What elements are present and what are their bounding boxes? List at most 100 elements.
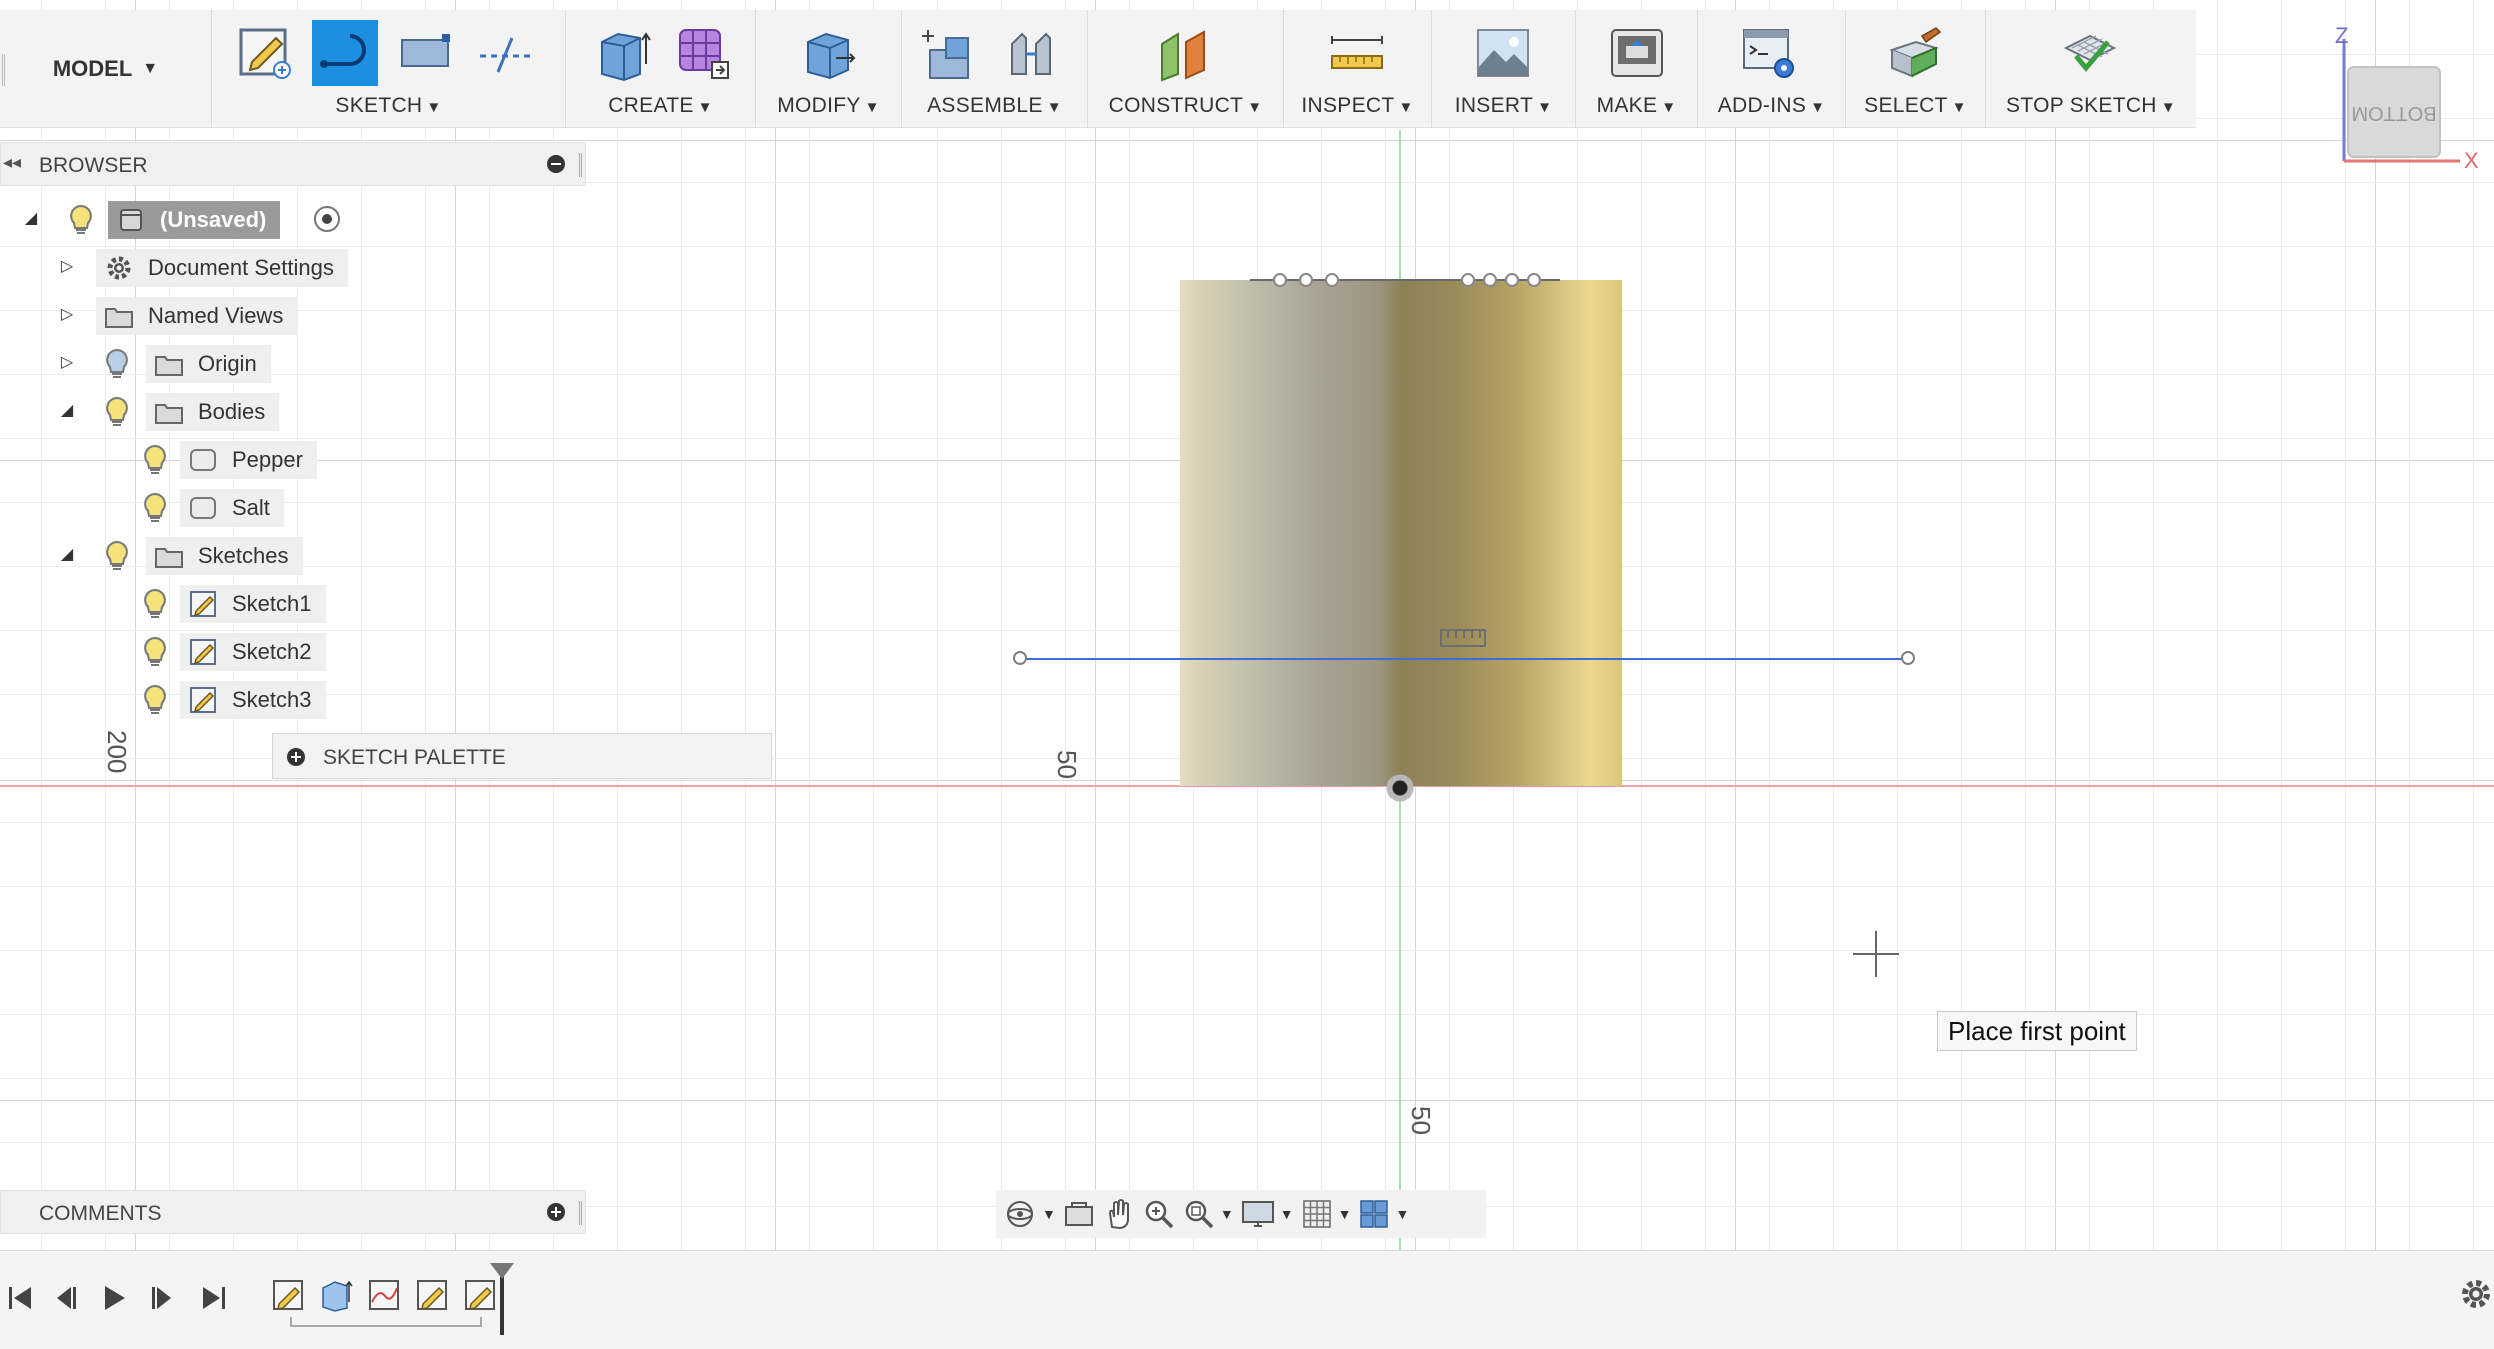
lightbulb-icon[interactable] [102, 346, 132, 385]
lightbulb-icon[interactable] [102, 394, 132, 433]
expand-plus-icon[interactable] [287, 748, 305, 766]
timeline-marker[interactable] [490, 1263, 514, 1335]
lightbulb-icon[interactable] [140, 442, 170, 481]
activate-radio-icon[interactable] [312, 204, 342, 239]
tree-pill[interactable]: Salt [180, 489, 284, 527]
zoom-button[interactable] [1142, 1194, 1176, 1234]
expanded-triangle-icon[interactable]: ◢ [56, 534, 78, 574]
fit-button[interactable]: ▼ [1182, 1194, 1234, 1234]
grid-settings-button[interactable]: ▼ [1300, 1194, 1351, 1234]
timeline-feature-sketch[interactable] [364, 1275, 404, 1315]
sketch-line[interactable] [1020, 658, 1908, 660]
viewports-button[interactable]: ▼ [1357, 1194, 1409, 1234]
tree-pill[interactable]: Origin [146, 345, 271, 383]
sketch-palette[interactable]: SKETCH PALETTE [272, 733, 772, 779]
trim-tool-button[interactable] [472, 20, 538, 86]
tree-item-origin[interactable]: ▷ Origin [56, 342, 316, 385]
go-to-end-button[interactable] [194, 1276, 234, 1320]
form-button[interactable] [670, 20, 736, 86]
press-pull-button[interactable] [796, 20, 862, 86]
timeline-feature-sketch[interactable] [460, 1275, 500, 1315]
joint-button[interactable] [998, 20, 1064, 86]
minimize-icon[interactable] [547, 155, 565, 173]
sketch-endpoint-right[interactable] [1901, 651, 1915, 665]
rectangle-tool-button[interactable] [392, 20, 458, 86]
timeline-feature-sketch[interactable] [268, 1275, 308, 1315]
timeline-feature-extrude[interactable] [316, 1275, 356, 1315]
tree-item-bodies[interactable]: ◢ Bodies [56, 390, 316, 433]
lightbulb-icon[interactable] [66, 202, 96, 241]
cylinder-body[interactable] [1180, 280, 1622, 786]
lightbulb-icon[interactable] [140, 586, 170, 625]
select-button[interactable] [1882, 20, 1948, 86]
tree-pill[interactable]: Document Settings [96, 249, 348, 287]
orbit-button[interactable]: ▼ [1002, 1194, 1056, 1234]
expanded-triangle-icon[interactable]: ◢ [56, 390, 78, 430]
tree-item-salt[interactable]: Salt [140, 486, 340, 529]
collapse-panel-icon[interactable]: ◂◂ [3, 152, 21, 173]
go-to-start-button[interactable] [0, 1276, 40, 1320]
tree-pill[interactable]: Named Views [96, 297, 298, 335]
lightbulb-icon[interactable] [140, 490, 170, 529]
measure-button[interactable] [1324, 20, 1390, 86]
display-settings-button[interactable]: ▼ [1240, 1194, 1294, 1234]
group-label[interactable]: ADD-INS ▼ [1698, 94, 1845, 118]
tree-item-sketch3[interactable]: Sketch3 [140, 678, 360, 721]
pan-button[interactable] [1102, 1194, 1136, 1234]
new-component-button[interactable] [916, 20, 982, 86]
view-cube[interactable]: Z X BOTTOM [2330, 25, 2490, 175]
group-label[interactable]: MAKE ▼ [1576, 94, 1697, 118]
expanded-triangle-icon[interactable]: ◢ [20, 198, 42, 238]
group-label[interactable]: SELECT ▼ [1846, 94, 1985, 118]
lightbulb-icon[interactable] [140, 634, 170, 673]
tree-root[interactable]: ◢ (Unsaved) [20, 198, 360, 241]
tree-item-named-views[interactable]: ▷ Named Views [56, 294, 356, 335]
collapsed-triangle-icon[interactable]: ▷ [56, 342, 78, 382]
gear-icon[interactable] [2458, 1276, 2494, 1312]
sketch-endpoint-left[interactable] [1013, 651, 1027, 665]
group-label[interactable]: CREATE ▼ [566, 94, 755, 118]
look-at-button[interactable] [1062, 1194, 1096, 1234]
tree-item-sketch2[interactable]: Sketch2 [140, 630, 360, 673]
offset-plane-button[interactable] [1152, 20, 1218, 86]
tree-pill[interactable]: Sketch2 [180, 633, 326, 671]
3d-print-button[interactable] [1604, 20, 1670, 86]
canvas-viewport[interactable]: 200 50 50 Place first point [0, 0, 2494, 1250]
group-label[interactable]: CONSTRUCT ▼ [1088, 94, 1283, 118]
group-label[interactable]: MODIFY ▼ [756, 94, 901, 118]
lightbulb-icon[interactable] [140, 682, 170, 721]
collapsed-triangle-icon[interactable]: ▷ [56, 294, 78, 334]
tree-item-document-settings[interactable]: ▷ Document Settings [56, 246, 386, 287]
tree-pill[interactable]: Sketches [146, 537, 303, 575]
step-forward-button[interactable] [142, 1276, 182, 1320]
collapsed-triangle-icon[interactable]: ▷ [56, 246, 78, 286]
scripts-button[interactable] [1736, 20, 1802, 86]
tree-pill[interactable]: Sketch3 [180, 681, 326, 719]
panel-grip[interactable] [579, 153, 582, 177]
stop-sketch-button[interactable] [2056, 20, 2122, 86]
tree-pill[interactable]: Pepper [180, 441, 317, 479]
tree-item-sketch1[interactable]: Sketch1 [140, 582, 360, 625]
timeline-feature-sketch[interactable] [412, 1275, 452, 1315]
line-tool-button[interactable] [312, 20, 378, 86]
group-label[interactable]: INSERT ▼ [1432, 94, 1575, 118]
add-comment-icon[interactable] [547, 1203, 565, 1221]
insert-image-button[interactable] [1470, 20, 1536, 86]
group-label[interactable]: SKETCH ▼ [212, 94, 565, 118]
lightbulb-icon[interactable] [102, 538, 132, 577]
extrude-button[interactable] [590, 20, 656, 86]
root-component[interactable]: (Unsaved) [108, 201, 281, 239]
group-label[interactable]: STOP SKETCH ▼ [1986, 94, 2196, 118]
tree-pill[interactable]: Bodies [146, 393, 280, 431]
panel-grip[interactable] [579, 1201, 582, 1225]
tree-pill[interactable]: Sketch1 [180, 585, 326, 623]
tree-item-pepper[interactable]: Pepper [140, 438, 360, 481]
create-sketch-button[interactable] [232, 20, 298, 86]
origin-point[interactable] [1386, 774, 1414, 802]
step-back-button[interactable] [46, 1276, 86, 1320]
group-label[interactable]: INSPECT ▼ [1284, 94, 1431, 118]
workspace-switcher[interactable]: MODEL ▼ [0, 10, 212, 128]
group-label[interactable]: ASSEMBLE ▼ [902, 94, 1087, 118]
play-button[interactable] [94, 1276, 134, 1320]
tree-item-sketches[interactable]: ◢ Sketches [56, 534, 356, 577]
